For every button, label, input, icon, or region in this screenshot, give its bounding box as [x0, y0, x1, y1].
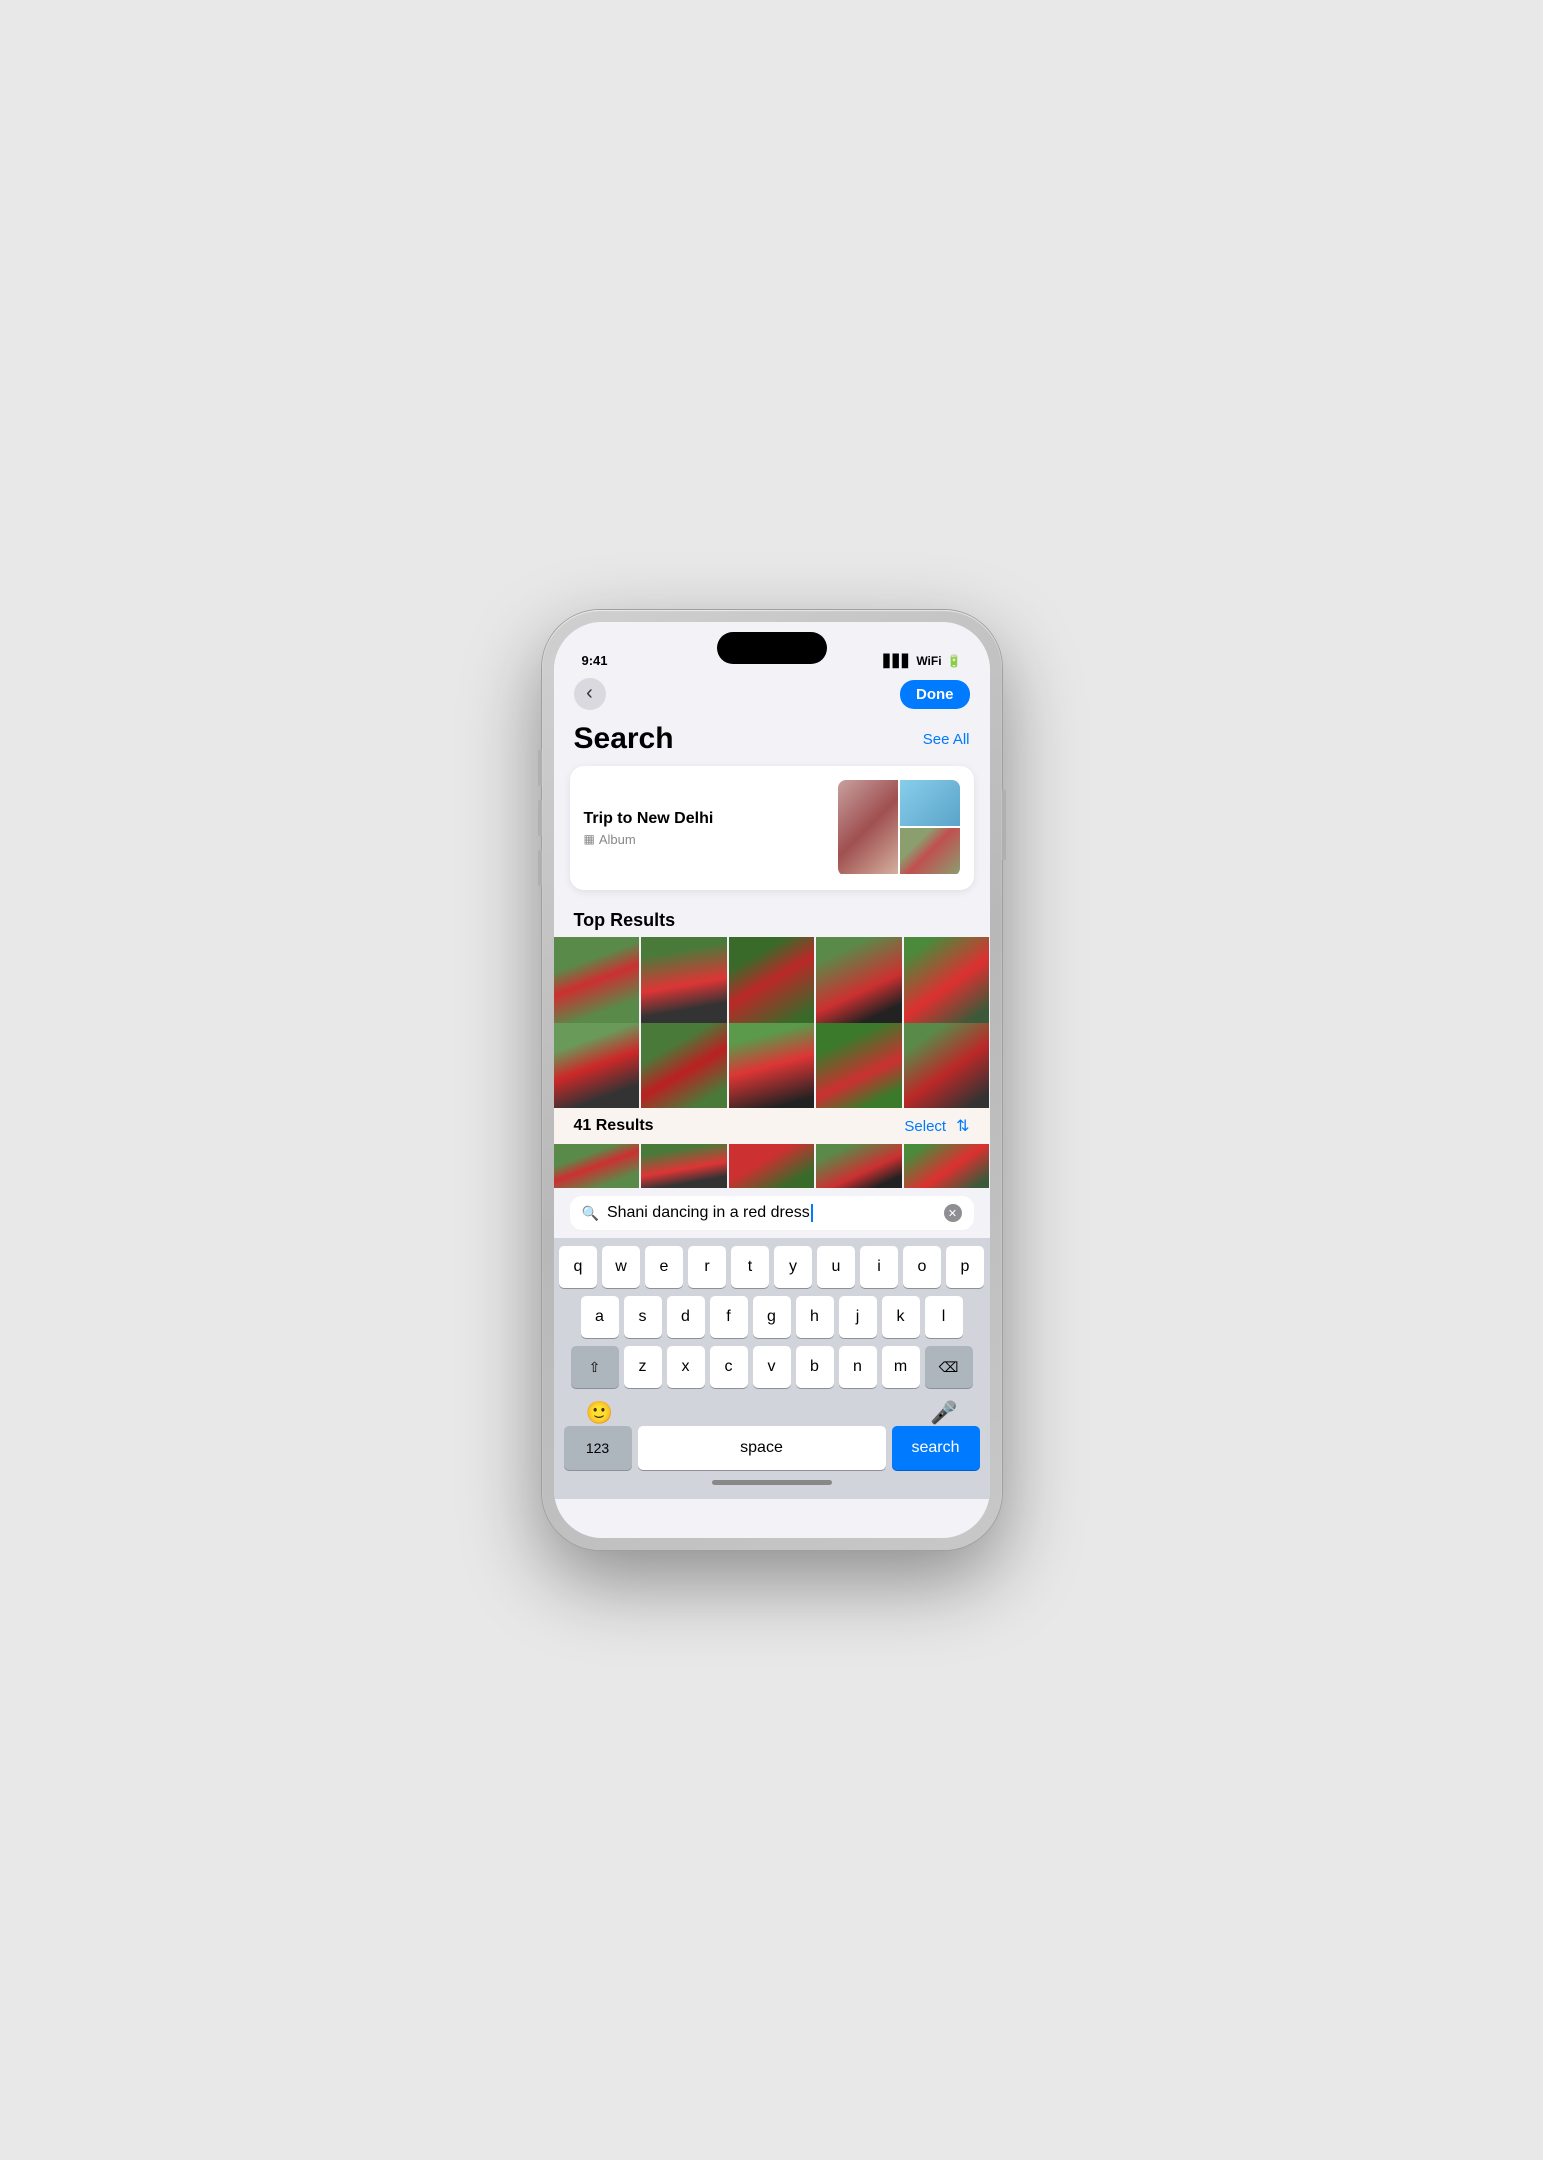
results-actions: Select ⇅ — [904, 1116, 969, 1136]
strip-photo-5[interactable] — [904, 1144, 990, 1188]
home-indicator — [712, 1480, 832, 1485]
keyboard-row-2: a s d f g h j k l — [558, 1296, 986, 1338]
album-card[interactable]: Trip to New Delhi ▦ Album — [570, 766, 974, 890]
home-indicator-wrap — [558, 1474, 986, 1495]
results-count: 41 Results — [574, 1117, 654, 1135]
page-title: Search — [574, 722, 674, 756]
key-w[interactable]: w — [602, 1246, 640, 1288]
strip-photo-2[interactable] — [641, 1144, 727, 1188]
grid-photo-4[interactable] — [816, 937, 902, 1023]
key-u[interactable]: u — [817, 1246, 855, 1288]
sort-icon[interactable]: ⇅ — [956, 1116, 969, 1136]
select-button[interactable]: Select — [904, 1118, 946, 1135]
key-x[interactable]: x — [667, 1346, 705, 1388]
key-r[interactable]: r — [688, 1246, 726, 1288]
done-button[interactable]: Done — [900, 680, 970, 709]
see-all-button[interactable]: See All — [923, 731, 970, 748]
album-name: Trip to New Delhi — [584, 810, 828, 828]
key-n[interactable]: n — [839, 1346, 877, 1388]
album-type: ▦ Album — [584, 832, 828, 847]
grid-photo-3[interactable] — [729, 937, 815, 1023]
top-results-label: Top Results — [554, 902, 990, 937]
status-bar: 9:41 ▋▋▋ WiFi 🔋 — [554, 622, 990, 674]
space-key[interactable]: space — [638, 1426, 886, 1470]
photo-strip — [554, 1144, 990, 1188]
keyboard-row-3: ⇧ z x c v b n m ⌫ — [558, 1346, 986, 1388]
clear-button[interactable]: ✕ — [944, 1204, 962, 1222]
grid-photo-6[interactable] — [554, 1023, 640, 1109]
key-y[interactable]: y — [774, 1246, 812, 1288]
strip-photo-1[interactable] — [554, 1144, 640, 1188]
key-q[interactable]: q — [559, 1246, 597, 1288]
dynamic-island — [717, 632, 827, 664]
key-l[interactable]: l — [925, 1296, 963, 1338]
album-type-icon: ▦ — [584, 832, 595, 846]
key-z[interactable]: z — [624, 1346, 662, 1388]
photo-grid-bottom — [554, 1023, 990, 1109]
key-i[interactable]: i — [860, 1246, 898, 1288]
key-v[interactable]: v — [753, 1346, 791, 1388]
key-e[interactable]: e — [645, 1246, 683, 1288]
key-g[interactable]: g — [753, 1296, 791, 1338]
search-bar[interactable]: 🔍 Shani dancing in a red dress ✕ — [570, 1196, 974, 1230]
wifi-icon: WiFi — [916, 654, 941, 668]
key-a[interactable]: a — [581, 1296, 619, 1338]
phone-frame: 9:41 ▋▋▋ WiFi 🔋 Done Search See All Trip… — [542, 610, 1002, 1550]
status-indicators: ▋▋▋ WiFi 🔋 — [884, 654, 962, 668]
key-o[interactable]: o — [903, 1246, 941, 1288]
search-key[interactable]: search — [892, 1426, 980, 1470]
grid-photo-7[interactable] — [641, 1023, 727, 1109]
strip-photo-3[interactable] — [729, 1144, 815, 1188]
key-p[interactable]: p — [946, 1246, 984, 1288]
key-t[interactable]: t — [731, 1246, 769, 1288]
key-b[interactable]: b — [796, 1346, 834, 1388]
delete-key[interactable]: ⌫ — [925, 1346, 973, 1388]
grid-photo-10[interactable] — [904, 1023, 990, 1109]
nav-bar: Done — [554, 674, 990, 718]
battery-icon: 🔋 — [947, 654, 962, 668]
key-c[interactable]: c — [710, 1346, 748, 1388]
key-f[interactable]: f — [710, 1296, 748, 1338]
key-m[interactable]: m — [882, 1346, 920, 1388]
strip-photo-4[interactable] — [816, 1144, 902, 1188]
search-bar-wrapper: 🔍 Shani dancing in a red dress ✕ — [554, 1188, 990, 1238]
key-j[interactable]: j — [839, 1296, 877, 1338]
shift-key[interactable]: ⇧ — [571, 1346, 619, 1388]
key-s[interactable]: s — [624, 1296, 662, 1338]
album-photo-2 — [900, 780, 960, 826]
keyboard-row-1: q w e r t y u i o p — [558, 1246, 986, 1288]
album-photos — [838, 780, 960, 876]
emoji-button[interactable]: 🙂 — [586, 1400, 613, 1426]
album-photo-3 — [900, 828, 960, 874]
grid-photo-9[interactable] — [816, 1023, 902, 1109]
search-icon: 🔍 — [582, 1205, 599, 1222]
grid-photo-5[interactable] — [904, 937, 990, 1023]
top-results-section: Top Results — [554, 902, 990, 937]
key-d[interactable]: d — [667, 1296, 705, 1338]
photo-grid-top — [554, 937, 990, 1023]
album-type-label: Album — [599, 832, 636, 847]
album-photo-1 — [838, 780, 898, 874]
search-query-text: Shani dancing in a red dress — [607, 1204, 936, 1222]
numbers-key[interactable]: 123 — [564, 1426, 632, 1470]
grid-photo-2[interactable] — [641, 937, 727, 1023]
album-info: Trip to New Delhi ▦ Album — [584, 810, 828, 847]
search-header: Search See All — [554, 718, 990, 766]
back-button[interactable] — [574, 678, 606, 710]
phone-screen: 9:41 ▋▋▋ WiFi 🔋 Done Search See All Trip… — [554, 622, 990, 1538]
grid-photo-8[interactable] — [729, 1023, 815, 1109]
keyboard: q w e r t y u i o p a s d f g h j k — [554, 1238, 990, 1499]
grid-photo-1[interactable] — [554, 937, 640, 1023]
key-h[interactable]: h — [796, 1296, 834, 1338]
status-time: 9:41 — [582, 653, 608, 668]
emoji-mic-row: 🙂 🎤 — [558, 1396, 986, 1426]
results-bar: 41 Results Select ⇅ — [554, 1108, 990, 1144]
bottom-bar: 123 space search — [558, 1426, 986, 1474]
key-k[interactable]: k — [882, 1296, 920, 1338]
signal-icon: ▋▋▋ — [884, 654, 912, 668]
album-card-wrapper: Trip to New Delhi ▦ Album — [554, 766, 990, 902]
mic-button[interactable]: 🎤 — [930, 1400, 957, 1426]
